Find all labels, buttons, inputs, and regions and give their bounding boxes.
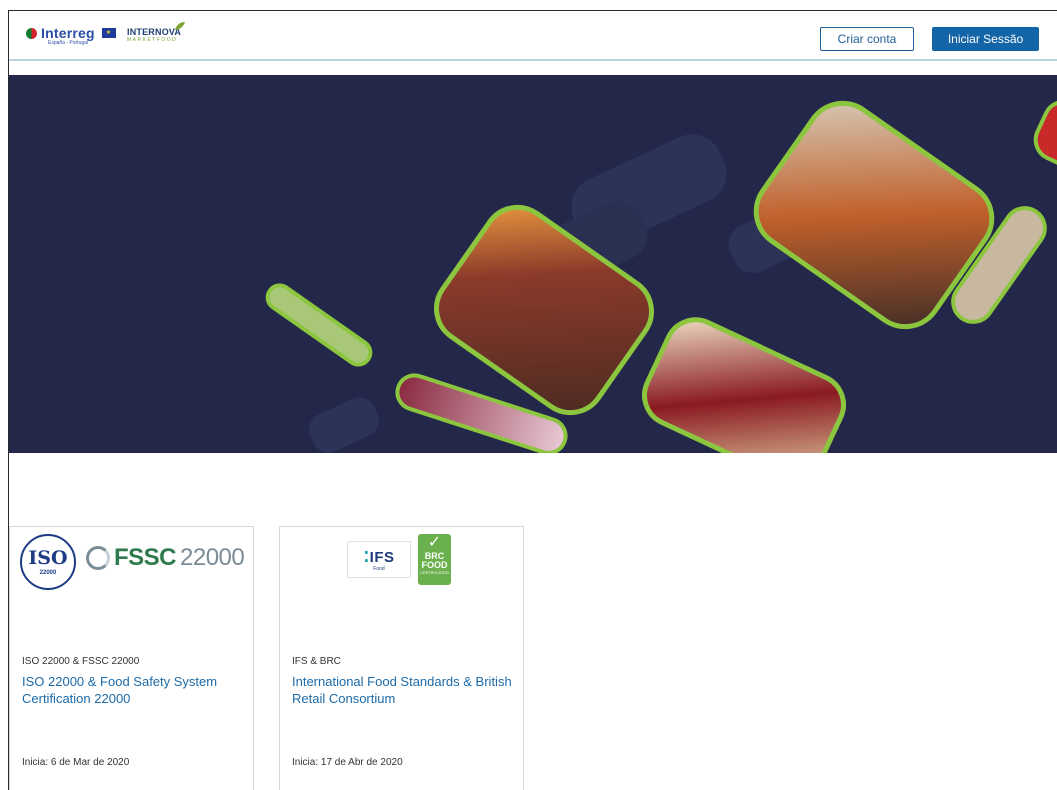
interreg-logo[interactable]: Interreg España - Portugal (26, 26, 116, 46)
course-category: ISO 22000 & FSSC 22000 (22, 656, 140, 667)
course-logo: ISO 22000 FSSC 22000 (10, 527, 253, 597)
internova-logo-sub: MARKETFOOD (127, 37, 178, 43)
iso-logo-number: 22000 (39, 569, 57, 576)
food-photo-wine (642, 317, 846, 453)
internova-logo[interactable]: INTERNOVA MARKETFOOD (127, 22, 185, 43)
interreg-logo-sub: España - Portugal (48, 40, 89, 46)
fssc-logo: FSSC 22000 (86, 544, 245, 572)
login-button[interactable]: Iniciar Sessão (932, 27, 1039, 51)
header-divider (9, 59, 1057, 61)
ifs-logo: ⁚IFS Food (347, 541, 411, 578)
checkmark-icon: ✓ (427, 534, 442, 551)
course-card[interactable]: ISO 22000 FSSC 22000 ISO 22000 & FSSC 22… (9, 526, 254, 790)
create-account-button[interactable]: Criar conta (820, 27, 914, 51)
bg-shape (309, 397, 379, 453)
iso-logo-icon: ISO 22000 (20, 534, 76, 590)
fssc-logo-number: 22000 (180, 544, 245, 571)
interreg-logo-word: Interreg (41, 25, 95, 41)
course-title-link[interactable]: International Food Standards & British R… (292, 673, 517, 707)
course-start-date: Inicia: 17 de Abr de 2020 (292, 757, 403, 768)
course-logo: ⁚IFS Food ✓ BRC FOOD CERTIFICATED (280, 527, 523, 597)
brc-logo-cert: CERTIFICATED (420, 570, 449, 575)
eu-flag-icon (101, 28, 116, 38)
hero-banner (9, 75, 1057, 453)
ifs-logo-text: IFS (369, 548, 395, 566)
brc-logo-food: FOOD (421, 560, 448, 570)
fssc-logo-text: FSSC (114, 544, 177, 571)
hero-illustration (265, 99, 1057, 453)
interreg-mark-icon (26, 27, 37, 39)
course-title-link[interactable]: ISO 22000 & Food Safety System Certifica… (22, 673, 247, 707)
course-card[interactable]: ⁚IFS Food ✓ BRC FOOD CERTIFICATED IFS & … (279, 526, 524, 790)
fssc-ring-icon (86, 546, 110, 570)
food-slice-herbs (265, 283, 373, 367)
brc-logo: ✓ BRC FOOD CERTIFICATED (418, 534, 451, 585)
ifs-logo-sub: Food (373, 565, 385, 572)
food-slice-tomato (1033, 99, 1057, 171)
course-category: IFS & BRC (292, 656, 341, 667)
leaf-icon (175, 22, 185, 30)
iso-logo-text: ISO (28, 546, 68, 569)
course-start-date: Inicia: 6 de Mar de 2020 (22, 757, 130, 768)
